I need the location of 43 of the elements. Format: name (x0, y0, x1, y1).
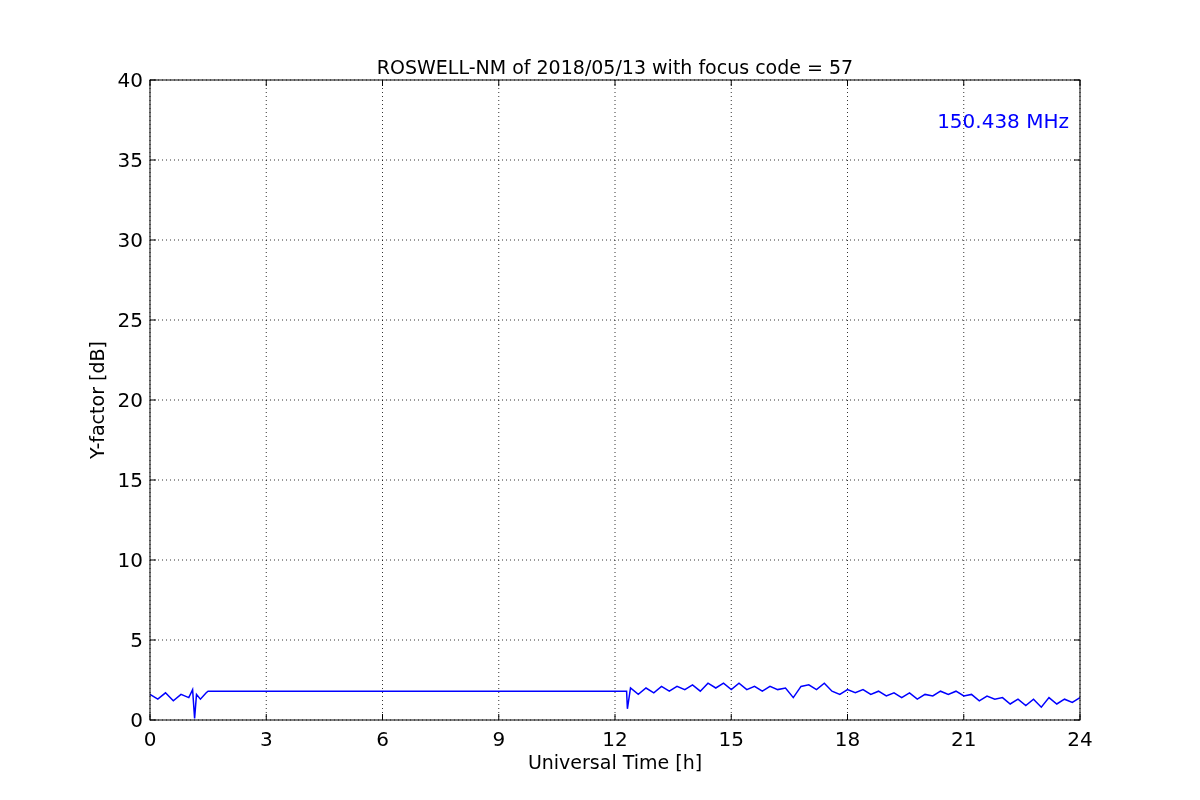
tick-mark (149, 319, 157, 321)
y-tick-label: 0 (130, 708, 143, 732)
y-tick-label: 30 (117, 228, 143, 252)
tick-mark (1073, 479, 1081, 481)
tick-mark (847, 79, 848, 87)
tick-mark (963, 79, 965, 87)
y-tick-label: 35 (117, 148, 143, 172)
tick-mark (1073, 319, 1081, 321)
y-axis-label: Y-factor [dB] (86, 341, 108, 459)
x-axis-label: Universal Time [h] (527, 751, 703, 773)
y-tick-label: 15 (117, 468, 143, 492)
x-tick-label: 21 (951, 727, 977, 751)
tick-mark (730, 79, 732, 87)
x-tick-label: 9 (492, 727, 506, 751)
y-tick-label: 40 (117, 68, 143, 92)
y-tick-label: 25 (117, 308, 143, 332)
tick-mark (149, 399, 157, 401)
x-tick-label: 0 (143, 727, 157, 751)
x-tick-label: 6 (376, 727, 389, 751)
tick-mark (149, 639, 157, 641)
tick-mark (1073, 399, 1081, 401)
x-tick-label: 24 (1067, 727, 1093, 751)
tick-mark (498, 79, 500, 87)
tick-mark (265, 79, 267, 87)
tick-mark (1073, 239, 1081, 241)
tick-mark (149, 239, 157, 241)
y-tick-label: 5 (130, 628, 143, 652)
tick-mark (614, 79, 616, 87)
tick-mark (1073, 639, 1081, 641)
tick-mark (149, 479, 157, 481)
series-label: 150.438 MHz (937, 109, 1069, 133)
x-tick-label: 3 (259, 727, 273, 751)
tick-mark (382, 79, 383, 87)
y-tick-label: 10 (117, 548, 143, 572)
x-tick-label: 15 (718, 727, 744, 751)
tick-mark (149, 159, 157, 161)
tick-mark (1073, 559, 1081, 561)
x-tick-label: 12 (602, 727, 628, 751)
chart-title: ROSWELL-NM of 2018/05/13 with focus code = 57 (376, 56, 854, 78)
tick-mark (1073, 159, 1081, 161)
x-tick-label: 18 (834, 727, 861, 751)
y-tick-label: 20 (117, 388, 143, 412)
tick-mark (149, 559, 157, 561)
